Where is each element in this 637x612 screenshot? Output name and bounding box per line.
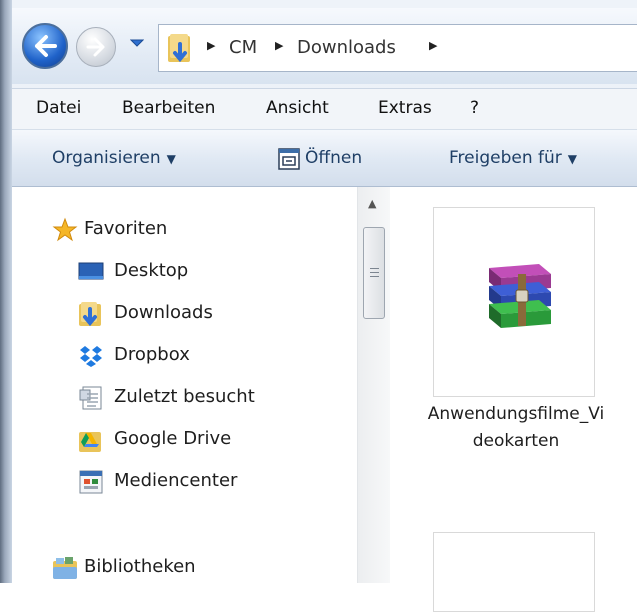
google-drive-icon	[79, 432, 101, 452]
open-icon	[278, 148, 300, 170]
grip-line	[370, 272, 379, 273]
menu-view[interactable]: Ansicht	[266, 98, 329, 118]
command-bar: Organisieren ▼ Öffnen Freigeben für ▼	[12, 130, 637, 187]
share-label: Freigeben für	[449, 148, 562, 168]
nav-label: Google Drive	[114, 428, 232, 449]
media-center-icon	[79, 470, 103, 494]
file-view: Anwendungsfilme_Videokarten	[390, 187, 637, 612]
scroll-up-icon[interactable]: ▲	[368, 197, 376, 210]
menu-tools[interactable]: Extras	[378, 98, 432, 118]
downloads-folder-icon	[168, 34, 190, 63]
winrar-archive-icon	[489, 264, 551, 328]
back-button[interactable]	[22, 23, 68, 69]
star-icon	[52, 217, 78, 242]
file-name[interactable]: Anwendungsfilme_Videokarten	[426, 401, 606, 455]
nav-label: Favoriten	[84, 218, 168, 239]
back-arrow-icon	[35, 35, 57, 57]
dropbox-icon	[80, 346, 102, 367]
nav-label: Dropbox	[114, 344, 190, 365]
recent-pages-dropdown-icon[interactable]	[130, 38, 144, 48]
window-edge	[0, 0, 12, 583]
menu-edit[interactable]: Bearbeiten	[122, 98, 215, 118]
downloads-folder-icon	[79, 302, 101, 327]
breadcrumb-item[interactable]: Downloads	[297, 37, 396, 58]
share-button[interactable]: Freigeben für ▼	[449, 148, 577, 168]
breadcrumb-item[interactable]: CM	[229, 37, 257, 58]
recent-places-icon	[79, 386, 102, 410]
breadcrumb-arrow-icon[interactable]: ▶	[275, 39, 283, 52]
file-tile[interactable]	[433, 207, 595, 397]
menu-bar: Datei Bearbeiten Ansicht Extras ?	[12, 88, 637, 130]
address-bar[interactable]: ▶ CM ▶ Downloads ▶	[158, 24, 637, 72]
nav-label: Downloads	[114, 302, 213, 323]
breadcrumb-arrow-icon[interactable]: ▶	[207, 39, 215, 52]
file-tile[interactable]	[433, 532, 595, 612]
breadcrumb-arrow-icon[interactable]: ▶	[429, 39, 437, 52]
organize-label: Organisieren	[52, 148, 161, 168]
organize-button[interactable]: Organisieren ▼	[52, 148, 176, 168]
navigation-pane: Favoriten Desktop Downloads Dropbox Zule…	[12, 187, 357, 583]
nav-label: Desktop	[114, 260, 189, 281]
menu-file[interactable]: Datei	[36, 98, 81, 118]
grip-line	[370, 268, 379, 269]
nav-label: Mediencenter	[114, 470, 238, 491]
forward-button[interactable]	[76, 27, 116, 67]
open-button[interactable]: Öffnen	[305, 148, 362, 168]
scroll-thumb[interactable]	[363, 227, 385, 319]
chevron-down-icon: ▼	[166, 152, 176, 166]
forward-arrow-icon	[86, 37, 105, 57]
desktop-icon	[78, 262, 104, 280]
chevron-down-icon: ▼	[567, 152, 578, 166]
menu-help[interactable]: ?	[470, 98, 479, 118]
nav-scrollbar[interactable]: ▲	[357, 187, 390, 583]
nav-label: Zuletzt besucht	[114, 386, 255, 407]
nav-label: Bibliotheken	[84, 556, 196, 577]
grip-line	[370, 276, 379, 277]
libraries-icon	[53, 557, 77, 579]
